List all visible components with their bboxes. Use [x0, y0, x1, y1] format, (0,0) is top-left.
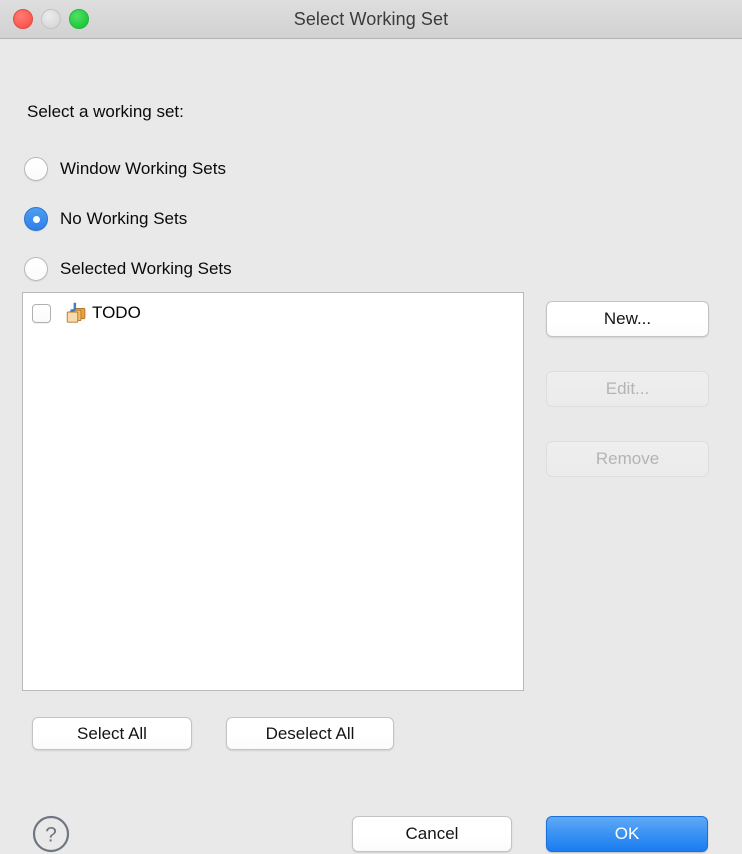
select-working-set-dialog: Select Working Set Select a working set:… [0, 0, 742, 840]
list-item[interactable]: TODO [23, 298, 523, 328]
working-set-folder-icon [64, 302, 90, 324]
help-button[interactable]: ? [31, 814, 71, 854]
radio-indicator[interactable] [24, 257, 48, 281]
question-mark-circle-icon: ? [31, 814, 71, 854]
list-item-label: TODO [92, 303, 141, 323]
radio-indicator-selected[interactable] [24, 207, 48, 231]
cancel-button[interactable]: Cancel [352, 816, 512, 852]
svg-text:?: ? [45, 824, 57, 847]
radio-option-selected-working-sets[interactable]: Selected Working Sets [24, 244, 504, 294]
deselect-all-button[interactable]: Deselect All [226, 717, 394, 750]
radio-option-no-working-sets[interactable]: No Working Sets [24, 194, 504, 244]
working-set-mode-radio-group: Window Working Sets No Working Sets Sele… [24, 144, 504, 294]
remove-working-set-button: Remove [546, 441, 709, 477]
radio-label: No Working Sets [60, 209, 187, 229]
list-item-checkbox[interactable] [32, 304, 51, 323]
ok-button[interactable]: OK [546, 816, 708, 852]
radio-option-window-working-sets[interactable]: Window Working Sets [24, 144, 504, 194]
minimize-window-button[interactable] [41, 9, 61, 29]
working-sets-list[interactable]: TODO [22, 292, 524, 691]
window-titlebar: Select Working Set [0, 0, 742, 39]
zoom-window-button[interactable] [69, 9, 89, 29]
dialog-content: Select a working set: Window Working Set… [0, 39, 742, 840]
new-working-set-button[interactable]: New... [546, 301, 709, 337]
prompt-label: Select a working set: [27, 102, 184, 122]
window-title: Select Working Set [0, 9, 742, 30]
radio-indicator[interactable] [24, 157, 48, 181]
select-all-button[interactable]: Select All [32, 717, 192, 750]
radio-label: Window Working Sets [60, 159, 226, 179]
close-window-button[interactable] [13, 9, 33, 29]
traffic-lights [13, 9, 89, 29]
edit-working-set-button: Edit... [546, 371, 709, 407]
radio-label: Selected Working Sets [60, 259, 232, 279]
